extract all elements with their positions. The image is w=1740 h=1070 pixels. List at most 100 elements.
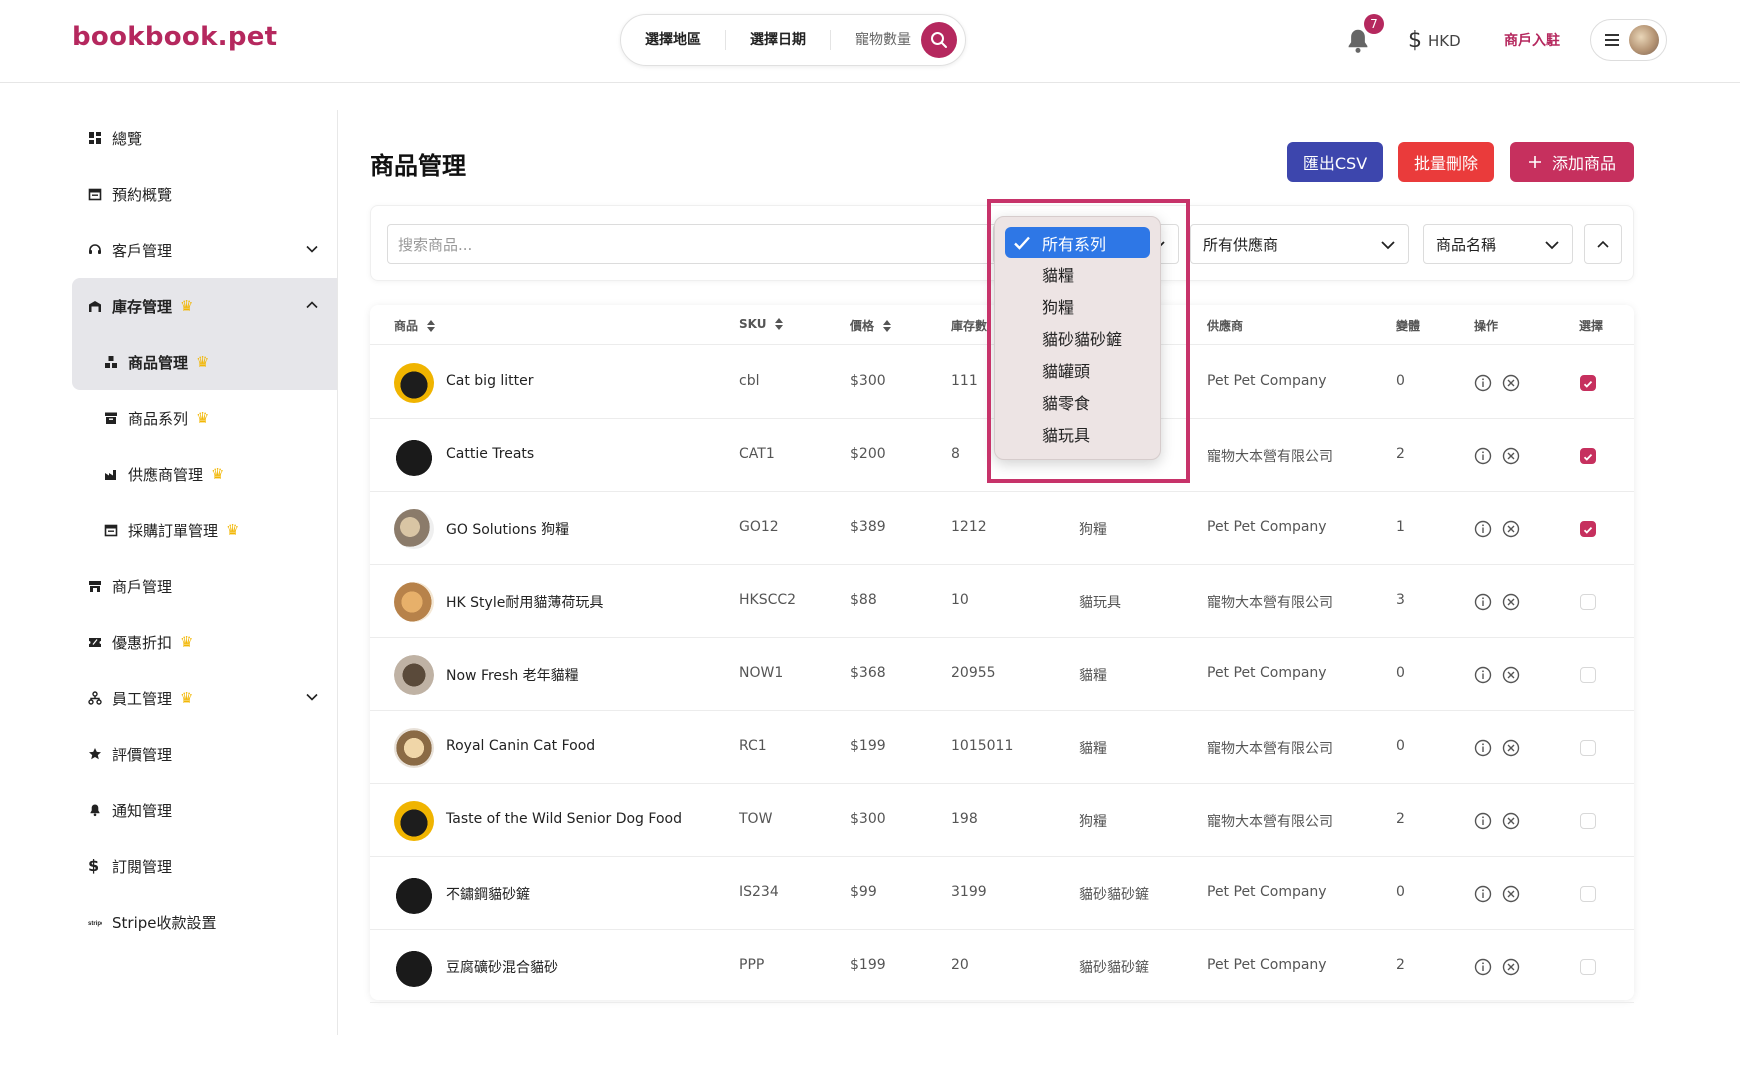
- pet-count-selector[interactable]: 寵物數量: [855, 30, 911, 50]
- info-icon[interactable]: [1474, 812, 1492, 830]
- crown-icon: ♛: [196, 353, 210, 371]
- product-name[interactable]: Now Fresh 老年貓糧: [446, 665, 579, 685]
- product-name[interactable]: 豆腐礦砂混合貓砂: [446, 957, 558, 977]
- check-icon: [1583, 453, 1593, 461]
- product-vendor: Pet Pet Company: [1207, 373, 1327, 389]
- sidebar-item-inventory[interactable]: 庫存管理 ♛: [72, 278, 337, 334]
- product-stock: 10: [951, 592, 969, 608]
- sidebar-item-reviews[interactable]: 評價管理: [72, 726, 337, 782]
- hamburger-icon: [1605, 34, 1619, 46]
- search-input[interactable]: 搜索商品...: [387, 224, 1007, 264]
- sidebar-item-overview[interactable]: 總覽: [72, 110, 337, 166]
- chevron-down-icon[interactable]: [305, 242, 319, 256]
- product-thumbnail: [394, 436, 434, 476]
- table-row[interactable]: 豆腐礦砂混合貓砂 PPP $199 20 貓砂貓砂鏟 Pet Pet Company 2: [370, 930, 1634, 1003]
- row-select-checkbox[interactable]: [1580, 740, 1596, 756]
- info-icon[interactable]: [1474, 666, 1492, 684]
- info-icon[interactable]: [1474, 885, 1492, 903]
- sidebar-item-subscriptions[interactable]: $ 訂閱管理: [72, 838, 337, 894]
- top-header: bookbook.pet 選擇地區 選擇日期 寵物數量 7 $ HKD 商戶入駐: [0, 0, 1740, 83]
- column-price[interactable]: 價格: [850, 317, 892, 334]
- row-select-checkbox[interactable]: [1580, 375, 1596, 391]
- info-icon[interactable]: [1474, 447, 1492, 465]
- sidebar-item-customers[interactable]: 客戶管理: [72, 222, 337, 278]
- sidebar-item-product-series[interactable]: 商品系列 ♛: [72, 390, 337, 446]
- vendor-select[interactable]: 所有供應商: [1190, 224, 1409, 264]
- info-icon[interactable]: [1474, 958, 1492, 976]
- delete-icon[interactable]: [1502, 593, 1520, 611]
- sidebar-item-products[interactable]: 商品管理 ♛: [72, 334, 337, 390]
- chevron-down-icon[interactable]: [305, 690, 319, 704]
- product-vendor: 寵物大本營有限公司: [1207, 595, 1333, 611]
- info-icon[interactable]: [1474, 593, 1492, 611]
- product-name[interactable]: Cat big litter: [446, 373, 534, 389]
- merchant-onboarding-link[interactable]: 商戶入駐: [1504, 30, 1560, 50]
- column-stock[interactable]: 庫存數: [951, 317, 987, 334]
- delete-icon[interactable]: [1502, 885, 1520, 903]
- delete-icon[interactable]: [1502, 374, 1520, 392]
- row-select-checkbox[interactable]: [1580, 594, 1596, 610]
- currency-selector[interactable]: $ HKD: [1408, 28, 1461, 53]
- row-select-checkbox[interactable]: [1580, 886, 1596, 902]
- table-row[interactable]: GO Solutions 狗糧 GO12 $389 1212 狗糧 Pet Pet Com…: [370, 492, 1634, 565]
- export-csv-button[interactable]: 匯出CSV: [1287, 142, 1383, 182]
- sidebar-item-notifications[interactable]: 通知管理: [72, 782, 337, 838]
- product-stock: 198: [951, 811, 978, 827]
- row-select-checkbox[interactable]: [1580, 521, 1596, 537]
- info-icon[interactable]: [1474, 739, 1492, 757]
- info-icon[interactable]: [1474, 374, 1492, 392]
- product-series: 狗糧: [1079, 522, 1107, 538]
- notification-badge: 7: [1364, 14, 1384, 34]
- product-name[interactable]: 不鏽鋼貓砂鏟: [446, 884, 530, 904]
- product-name[interactable]: HK Style耐用貓薄荷玩具: [446, 592, 603, 612]
- search-button[interactable]: [921, 22, 957, 58]
- delete-icon[interactable]: [1502, 666, 1520, 684]
- chevron-down-icon: [1381, 241, 1395, 250]
- search-bar[interactable]: 選擇地區 選擇日期 寵物數量: [620, 14, 966, 66]
- logo[interactable]: bookbook.pet: [72, 22, 277, 52]
- sidebar-item-bookings[interactable]: 預約概覽: [72, 166, 337, 222]
- column-sku[interactable]: SKU: [739, 317, 784, 331]
- sidebar-item-purchase-orders[interactable]: 採購訂單管理 ♛: [72, 502, 337, 558]
- product-name[interactable]: Taste of the Wild Senior Dog Food: [446, 811, 682, 827]
- sidebar-item-stripe[interactable]: stripe Stripe收款設置: [72, 894, 337, 950]
- table-row[interactable]: Taste of the Wild Senior Dog Food TOW $300…: [370, 784, 1634, 857]
- product-variants: 2: [1396, 957, 1405, 973]
- plus-icon: [1528, 156, 1541, 168]
- sidebar-item-staff[interactable]: 員工管理 ♛: [72, 670, 337, 726]
- sidebar-item-merchants[interactable]: 商戶管理: [72, 558, 337, 614]
- delete-icon[interactable]: [1502, 739, 1520, 757]
- add-product-button[interactable]: 添加商品: [1510, 142, 1634, 182]
- product-variants: 0: [1396, 738, 1405, 754]
- region-selector[interactable]: 選擇地區: [645, 30, 726, 50]
- user-menu[interactable]: [1590, 19, 1667, 61]
- column-label: 價格: [850, 319, 875, 333]
- sort-direction-button[interactable]: [1584, 224, 1622, 264]
- table-row[interactable]: Royal Canin Cat Food RC1 $199 1015011 貓糧 寵物大本…: [370, 711, 1634, 784]
- date-selector[interactable]: 選擇日期: [750, 30, 831, 50]
- product-name[interactable]: Cattie Treats: [446, 446, 534, 462]
- delete-icon[interactable]: [1502, 958, 1520, 976]
- product-name[interactable]: GO Solutions 狗糧: [446, 519, 569, 539]
- delete-icon[interactable]: [1502, 812, 1520, 830]
- sidebar-item-label: 商品管理: [128, 353, 189, 372]
- info-icon[interactable]: [1474, 520, 1492, 538]
- chevron-up-icon[interactable]: [305, 298, 319, 312]
- row-select-checkbox[interactable]: [1580, 448, 1596, 464]
- sort-select[interactable]: 商品名稱: [1423, 224, 1573, 264]
- row-select-checkbox[interactable]: [1580, 813, 1596, 829]
- column-product[interactable]: 商品: [394, 317, 436, 334]
- product-sku: CAT1: [739, 446, 775, 462]
- row-select-checkbox[interactable]: [1580, 667, 1596, 683]
- delete-icon[interactable]: [1502, 447, 1520, 465]
- sidebar-item-discounts[interactable]: 優惠折扣 ♛: [72, 614, 337, 670]
- sidebar-item-suppliers[interactable]: 供應商管理 ♛: [72, 446, 337, 502]
- table-row[interactable]: 不鏽鋼貓砂鏟 IS234 $99 3199 貓砂貓砂鏟 Pet Pet Company 0: [370, 857, 1634, 930]
- sidebar-item-label: 商戶管理: [112, 577, 173, 596]
- row-select-checkbox[interactable]: [1580, 959, 1596, 975]
- bulk-delete-button[interactable]: 批量刪除: [1398, 142, 1494, 182]
- product-name[interactable]: Royal Canin Cat Food: [446, 738, 595, 754]
- table-row[interactable]: HK Style耐用貓薄荷玩具 HKSCC2 $88 10 貓玩具 寵物大本營有限公司 3: [370, 565, 1634, 638]
- delete-icon[interactable]: [1502, 520, 1520, 538]
- table-row[interactable]: Now Fresh 老年貓糧 NOW1 $368 20955 貓糧 Pet Pet Com…: [370, 638, 1634, 711]
